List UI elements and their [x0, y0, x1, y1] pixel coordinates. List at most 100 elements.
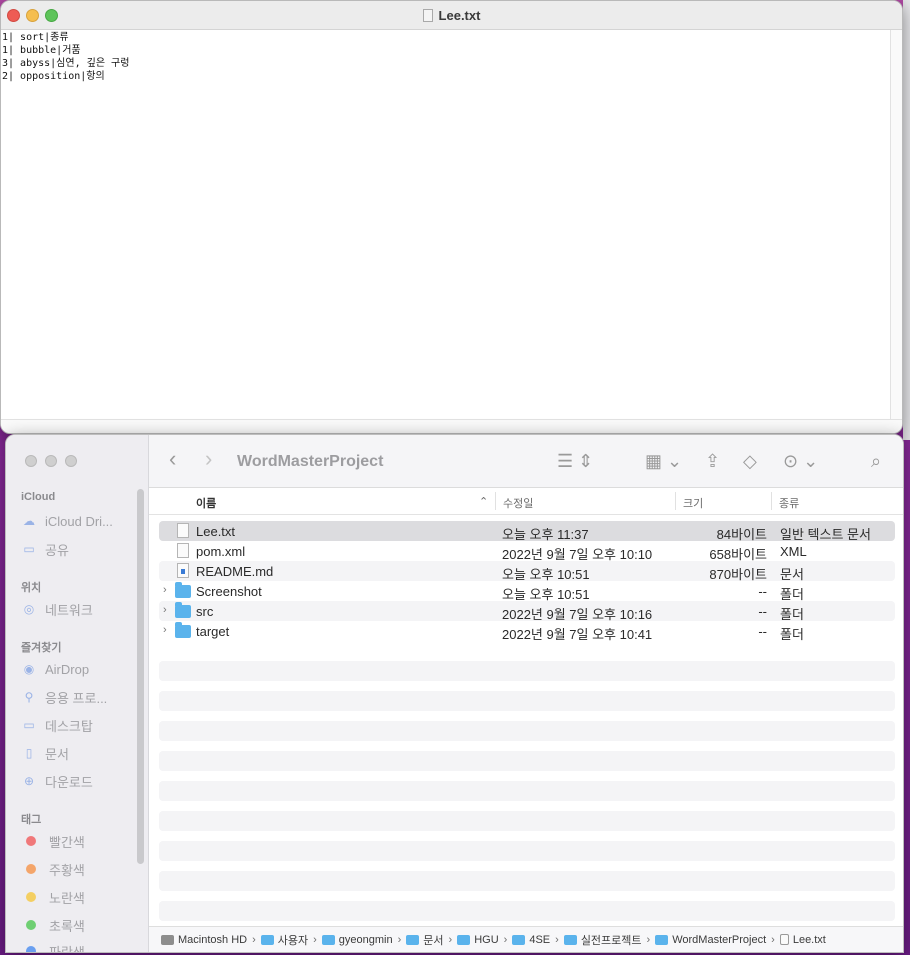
column-divider[interactable]	[495, 492, 496, 510]
applications-icon: ⚲	[24, 690, 34, 704]
sidebar-tag-green[interactable]: 초록색	[21, 914, 139, 936]
blue-tag-dot-icon	[26, 946, 36, 952]
download-icon: ⊕	[23, 774, 35, 788]
file-size: --	[758, 624, 767, 639]
column-header-name[interactable]: 이름	[196, 495, 216, 511]
back-chevron-icon[interactable]: ‹	[169, 448, 176, 470]
column-header-date[interactable]: 수정일	[503, 495, 533, 511]
text-line[interactable]: 1| bubble|거품	[2, 44, 890, 57]
text-line[interactable]: 1| sort|종류	[2, 31, 890, 44]
finder-toolbar: ‹ › WordMasterProject ☰ ⇕ ▦ ⌄ ⇪ ◇ ⊙ ⌄ ⌕	[149, 435, 903, 488]
disclosure-chevron-icon[interactable]: ›	[163, 624, 167, 636]
file-row[interactable]: pom.xml 2022년 9월 7일 오후 10:10 658바이트 XML	[159, 541, 895, 562]
tag-icon[interactable]: ◇	[743, 451, 757, 471]
sidebar-scrollbar[interactable]	[137, 489, 144, 864]
text-file-icon	[177, 523, 189, 538]
path-separator: ›	[313, 933, 317, 946]
folder-icon	[175, 622, 191, 638]
path-segment[interactable]: 실전프로젝트	[563, 932, 642, 948]
file-name: src	[196, 604, 214, 619]
airdrop-icon: ◉	[23, 662, 35, 676]
column-divider[interactable]	[771, 492, 772, 510]
sidebar-tag-red[interactable]: 빨간색	[21, 830, 139, 852]
path-label: HGU	[474, 933, 499, 946]
path-separator: ›	[397, 933, 402, 946]
sidebar-item-applications[interactable]: ⚲ 응용 프로...	[21, 686, 139, 708]
empty-row	[159, 841, 895, 861]
vertical-scrollbar[interactable]	[890, 30, 902, 419]
sort-chevron-up-icon[interactable]: ⌃	[479, 495, 488, 508]
column-header-size[interactable]: 크기	[683, 495, 703, 511]
folder-row[interactable]: › Screenshot 오늘 오후 10:51 -- 폴더	[159, 581, 895, 602]
close-button[interactable]	[25, 455, 37, 467]
text-line[interactable]: 3| abyss|심연, 깊은 구렁	[2, 57, 890, 70]
folder-icon	[655, 934, 669, 945]
path-label: Macintosh HD	[178, 933, 248, 946]
horizontal-scrollbar[interactable]	[1, 419, 902, 433]
path-separator: ›	[252, 933, 256, 946]
empty-row	[159, 901, 895, 921]
red-tag-dot-icon	[26, 836, 36, 846]
path-segment[interactable]: gyeongmin	[321, 934, 393, 946]
file-kind: XML	[780, 544, 807, 559]
finder-sidebar: iCloud ☁ iCloud Dri... ▭ 공유 위치 ◎ 네트워크 즐겨찾기 …	[6, 435, 149, 952]
share-icon[interactable]: ⇪	[705, 451, 720, 471]
path-segment[interactable]: 사용자	[260, 932, 309, 948]
column-header-kind[interactable]: 종류	[779, 495, 799, 511]
sidebar-item-shared[interactable]: ▭ 공유	[21, 538, 139, 560]
path-label: 사용자	[277, 934, 309, 947]
sidebar-item-desktop[interactable]: ▭ 데스크탑	[21, 714, 139, 736]
sidebar-item-downloads[interactable]: ⊕ 다운로드	[21, 770, 139, 792]
textedit-titlebar[interactable]: Lee.txt	[1, 1, 902, 30]
disclosure-chevron-icon[interactable]: ›	[163, 584, 167, 596]
list-view-icon[interactable]: ☰ ⇕	[557, 451, 593, 471]
sidebar-item-network[interactable]: ◎ 네트워크	[21, 598, 139, 620]
empty-row	[159, 691, 895, 711]
path-label: 문서	[423, 934, 444, 947]
path-segment[interactable]: 문서	[406, 932, 444, 948]
sidebar-tag-orange[interactable]: 주황색	[21, 858, 139, 880]
path-segment[interactable]: WordMasterProject	[655, 934, 766, 946]
minimize-button[interactable]	[45, 455, 57, 467]
disclosure-chevron-icon[interactable]: ›	[163, 604, 167, 616]
path-segment[interactable]: 4SE	[512, 934, 550, 946]
hard-drive-icon	[161, 934, 174, 945]
file-row[interactable]: Lee.txt 오늘 오후 11:37 84바이트 일반 텍스트 문서	[159, 521, 895, 542]
folder-row[interactable]: › src 2022년 9월 7일 오후 10:16 -- 폴더	[159, 601, 895, 622]
file-row[interactable]: README.md 오늘 오후 10:51 870바이트 문서	[159, 561, 895, 582]
forward-chevron-icon[interactable]: ›	[205, 448, 212, 470]
path-label: 실전프로젝트	[580, 934, 642, 947]
sidebar-item-icloud-drive[interactable]: ☁ iCloud Dri...	[21, 510, 139, 532]
sidebar-item-label: 공유	[45, 542, 69, 558]
sidebar-item-label: 초록색	[49, 918, 85, 934]
path-segment[interactable]: Lee.txt	[779, 934, 826, 946]
window-title-text: Lee.txt	[438, 8, 481, 23]
empty-row	[159, 781, 895, 801]
path-segment[interactable]: Macintosh HD	[161, 934, 247, 946]
sidebar-tag-blue[interactable]: 파란색	[21, 940, 139, 952]
text-line[interactable]: 2| opposition|항의	[2, 70, 890, 83]
sidebar-item-label: 다운로드	[45, 774, 93, 790]
sidebar-tag-yellow[interactable]: 노란색	[21, 886, 139, 908]
text-editor-area[interactable]: 1| sort|종류 1| bubble|거품 3| abyss|심연, 깊은 …	[1, 30, 890, 419]
sidebar-item-airdrop[interactable]: ◉ AirDrop	[21, 658, 139, 680]
shared-folder-icon: ▭	[23, 542, 35, 556]
path-separator: ›	[771, 933, 775, 946]
group-view-icon[interactable]: ▦ ⌄	[645, 451, 682, 471]
path-separator: ›	[503, 933, 508, 946]
markdown-file-icon	[177, 563, 189, 578]
folder-icon	[457, 934, 471, 945]
file-date: 2022년 9월 7일 오후 10:41	[502, 627, 653, 642]
sidebar-item-label: 데스크탑	[45, 718, 93, 734]
path-separator: ›	[646, 933, 651, 946]
home-folder-icon	[321, 934, 335, 945]
more-actions-icon[interactable]: ⊙ ⌄	[783, 451, 818, 471]
column-divider[interactable]	[675, 492, 676, 510]
textedit-window: Lee.txt 1| sort|종류 1| bubble|거품 3| abyss…	[0, 0, 903, 434]
zoom-button[interactable]	[65, 455, 77, 467]
path-segment[interactable]: HGU	[457, 933, 499, 946]
sidebar-item-documents[interactable]: ▯ 문서	[21, 742, 139, 764]
search-icon[interactable]: ⌕	[871, 451, 881, 471]
empty-row	[159, 811, 895, 831]
folder-row[interactable]: › target 2022년 9월 7일 오후 10:41 -- 폴더	[159, 621, 895, 642]
